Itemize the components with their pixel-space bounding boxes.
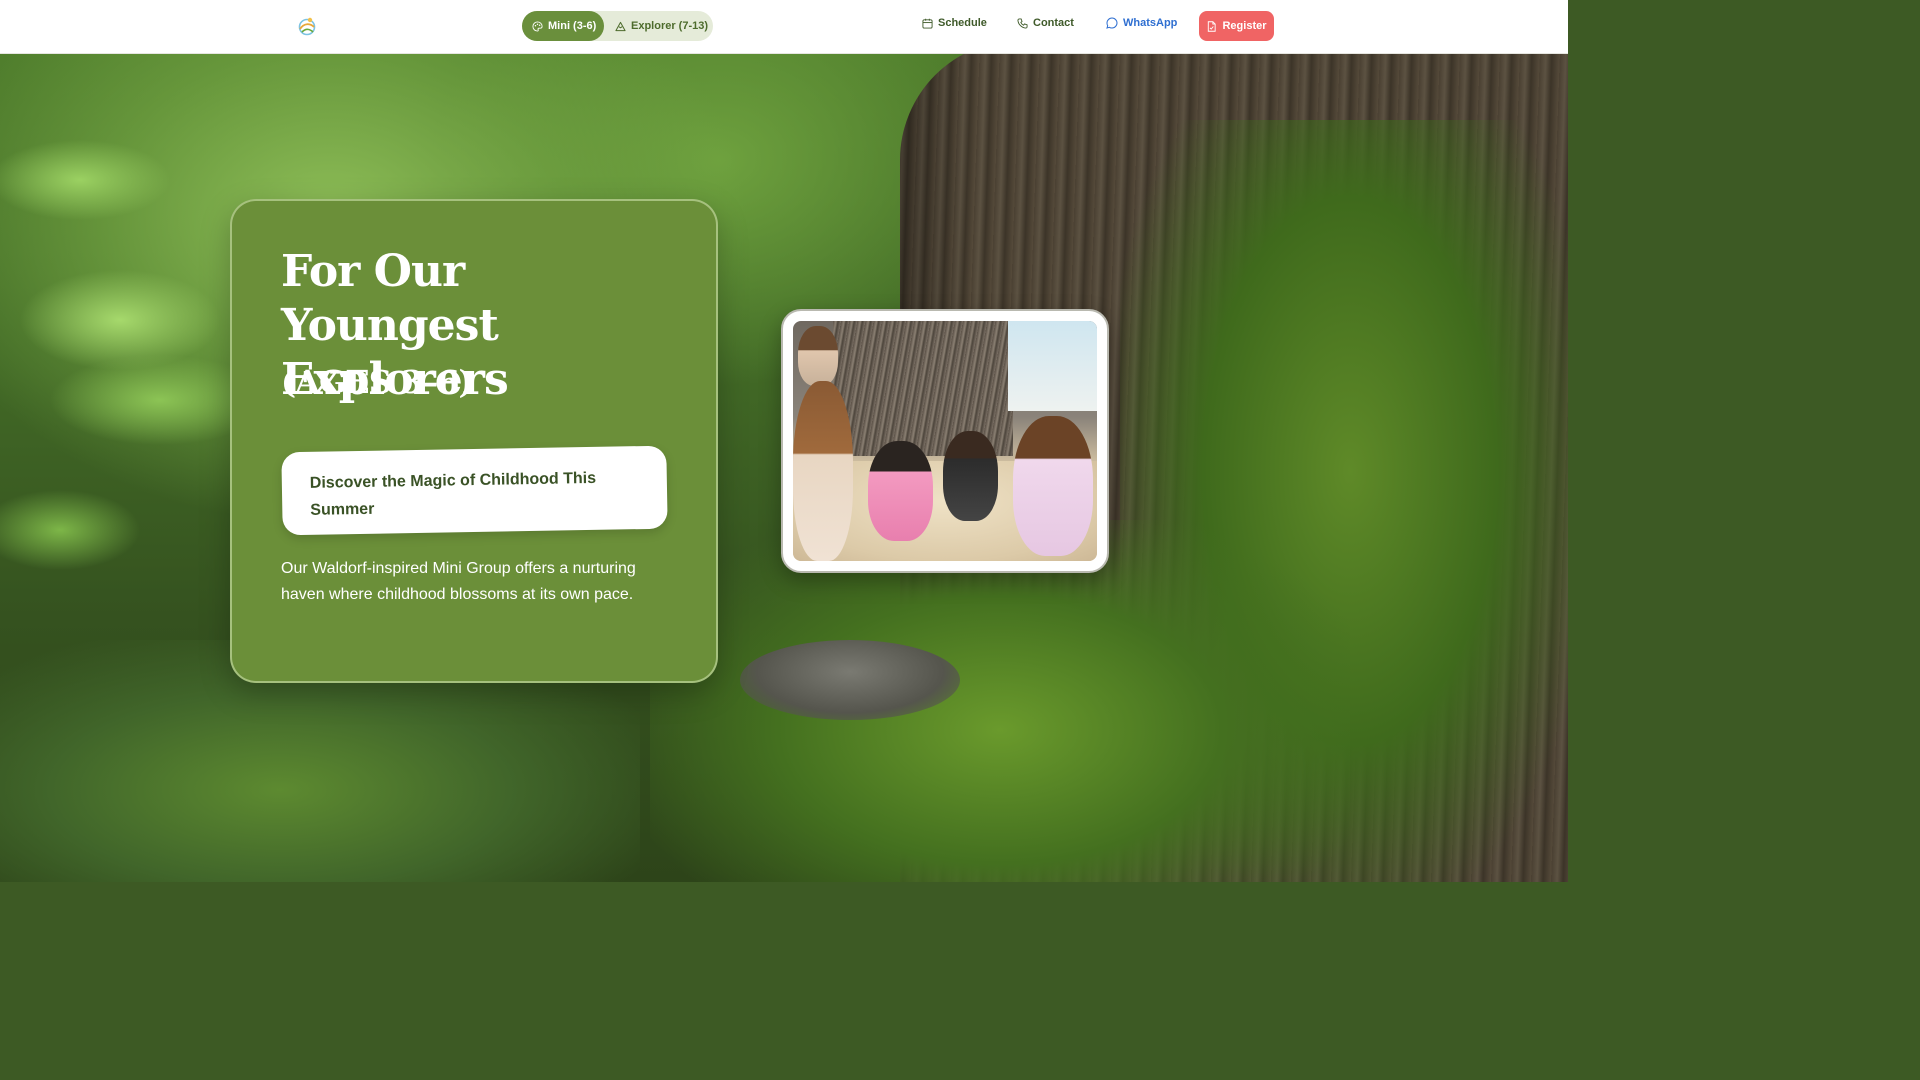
whatsapp-label: WhatsApp: [1123, 17, 1178, 29]
photo-thatch-fence: [833, 321, 1013, 456]
age-group-switch: Mini (3-6) Explorer (7-13): [522, 11, 713, 41]
photo-child: [1013, 416, 1093, 556]
hero-age-range: (AGES 3–6): [281, 363, 474, 401]
tagline-text: Discover the Magic of Childhood This Sum…: [309, 469, 597, 519]
children-photo-frame: [781, 309, 1109, 573]
phone-icon: [1017, 17, 1028, 29]
register-label: Register: [1222, 20, 1267, 32]
rock: [740, 640, 960, 720]
whatsapp-link[interactable]: WhatsApp: [1106, 17, 1177, 29]
document-icon: [1206, 20, 1217, 32]
hero-description: Our Waldorf-inspired Mini Group offers a…: [281, 560, 636, 603]
palette-icon: [532, 20, 543, 32]
moss-root: [650, 520, 1350, 882]
calendar-icon: [922, 18, 933, 29]
tab-mini-label: Mini (3-6): [548, 20, 597, 32]
mountain-icon: [615, 21, 626, 32]
top-navbar: Mini (3-6) Explorer (7-13) Schedule Cont…: [0, 0, 1568, 54]
children-playing-photo: [793, 321, 1097, 561]
photo-child: [798, 326, 838, 386]
tab-explorer-label: Explorer (7-13): [631, 20, 709, 32]
tab-mini[interactable]: Mini (3-6): [522, 11, 604, 41]
photo-teacher: [793, 381, 853, 561]
contact-link[interactable]: Contact: [1017, 17, 1074, 29]
photo-child: [943, 431, 998, 521]
hero-card: For Our Youngest Explorers (AGES 3–6) Di…: [230, 199, 718, 683]
photo-sky: [1008, 321, 1097, 411]
chat-bubble-icon: [1106, 17, 1118, 29]
tagline-box: Discover the Magic of Childhood This Sum…: [281, 445, 668, 536]
photo-child: [868, 441, 933, 541]
schedule-label: Schedule: [938, 17, 987, 29]
logo-icon[interactable]: [295, 14, 319, 38]
tab-explorer[interactable]: Explorer (7-13): [604, 11, 708, 41]
schedule-link[interactable]: Schedule: [922, 17, 987, 29]
register-button[interactable]: Register: [1199, 11, 1274, 41]
contact-label: Contact: [1033, 17, 1074, 29]
